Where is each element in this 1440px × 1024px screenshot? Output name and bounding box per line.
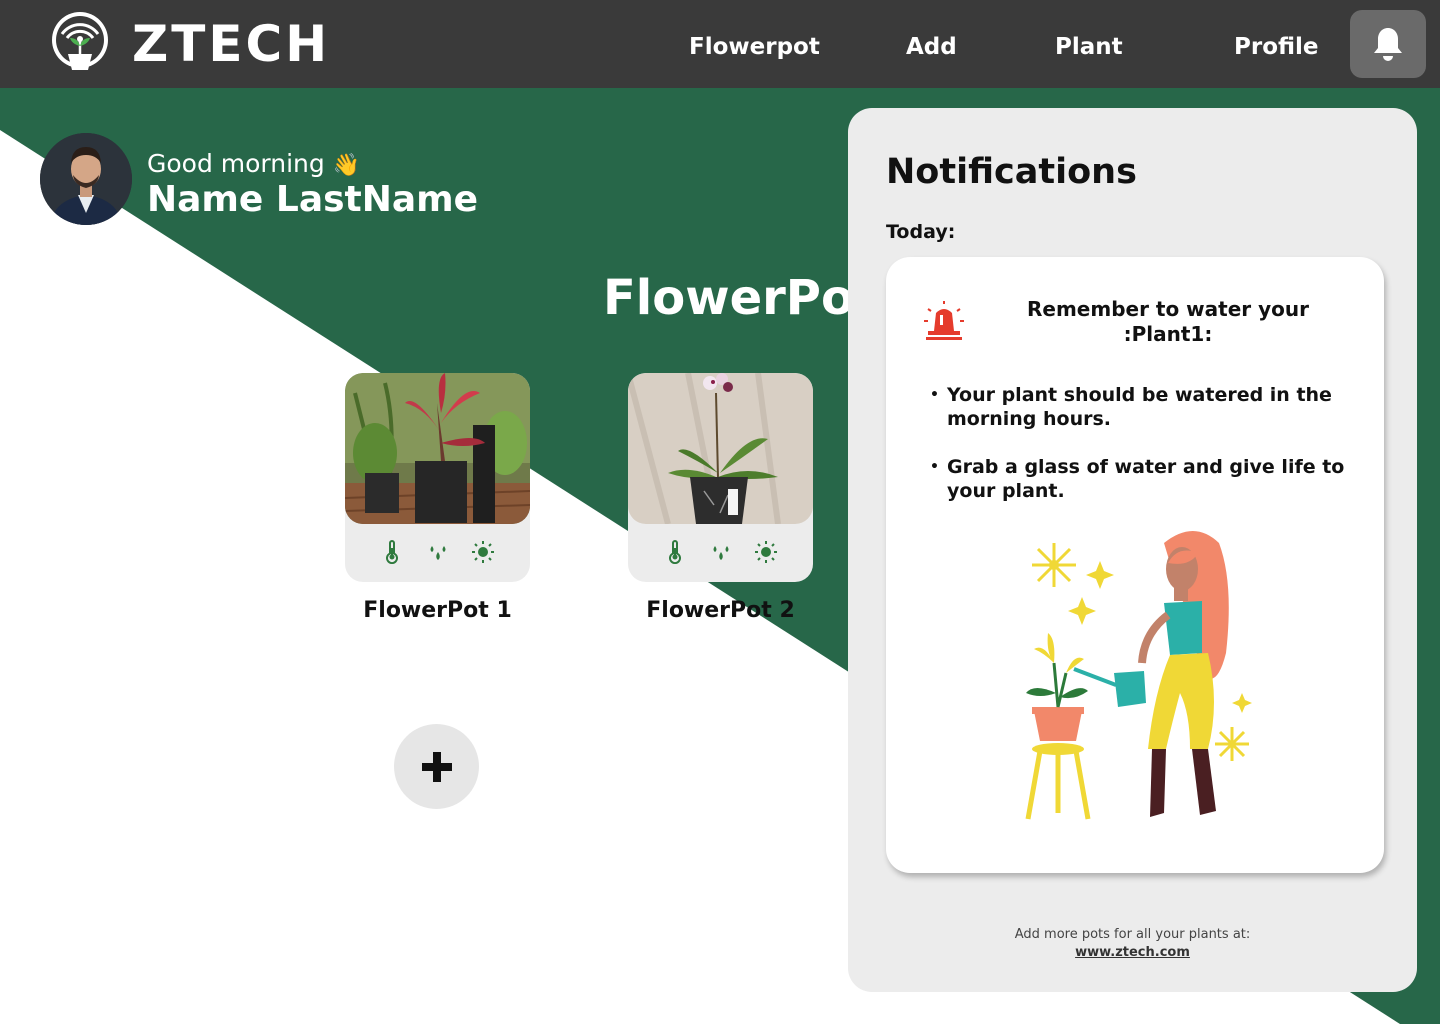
nav-flowerpot[interactable]: Flowerpot (689, 32, 820, 62)
avatar[interactable] (40, 133, 132, 225)
user-name: Name LastName (147, 179, 479, 220)
bell-icon (1374, 28, 1402, 61)
flowerpot-card-2[interactable] (628, 373, 813, 582)
notifications-panel: Notifications Today: Remember to water y… (848, 108, 1417, 992)
thermometer-icon (386, 540, 399, 564)
flowerpot-1-sensors (345, 537, 530, 567)
woman-watering-plant-illustration (1025, 531, 1252, 820)
notification-tips-list: Your plant should be watered in the morn… (930, 383, 1350, 527)
notification-heading: Remember to water your :Plant1: (1027, 297, 1309, 346)
nav-add[interactable]: Add (906, 32, 957, 62)
flowerpot-1-photo (345, 373, 530, 524)
flowerpot-2-photo (628, 373, 813, 524)
footer-text: Add more pots for all your plants at: (1014, 927, 1251, 942)
greeting-text: Good morning 👋 (147, 149, 360, 181)
plus-icon (421, 751, 452, 782)
sun-icon (754, 541, 777, 563)
notifications-button[interactable] (1350, 10, 1426, 78)
plant-wifi-logo-icon (52, 12, 108, 70)
brand-name: ZTECH (132, 15, 331, 73)
add-flowerpot-button[interactable] (394, 724, 479, 809)
sun-icon (471, 541, 494, 563)
water-drops-icon (713, 546, 728, 560)
notifications-title: Notifications (886, 152, 1137, 192)
today-label: Today: (886, 221, 956, 243)
notification-card[interactable]: Remember to water your :Plant1: Your pla… (886, 257, 1384, 873)
alarm-siren-icon (924, 301, 964, 340)
flowerpot-card-1[interactable] (345, 373, 530, 582)
top-navigation-bar: ZTECH Flowerpot Add Plant Profile (0, 0, 1440, 88)
nav-profile[interactable]: Profile (1234, 32, 1319, 62)
flowerpot-2-sensors (628, 537, 813, 567)
notification-tip: Grab a glass of water and give life to y… (930, 455, 1350, 503)
water-drops-icon (430, 546, 445, 560)
greeting-salutation: Good morning (147, 149, 325, 178)
waving-hand-icon: 👋 (332, 153, 361, 178)
notification-tip: Your plant should be watered in the morn… (930, 383, 1350, 431)
user-photo (40, 133, 132, 225)
flowerpot-1-label[interactable]: FlowerPot 1 (345, 596, 530, 626)
nav-plant[interactable]: Plant (1055, 32, 1123, 62)
thermometer-icon (669, 540, 682, 564)
flowerpot-2-label[interactable]: FlowerPot 2 (628, 596, 813, 626)
website-link[interactable]: www.ztech.com (848, 944, 1417, 962)
